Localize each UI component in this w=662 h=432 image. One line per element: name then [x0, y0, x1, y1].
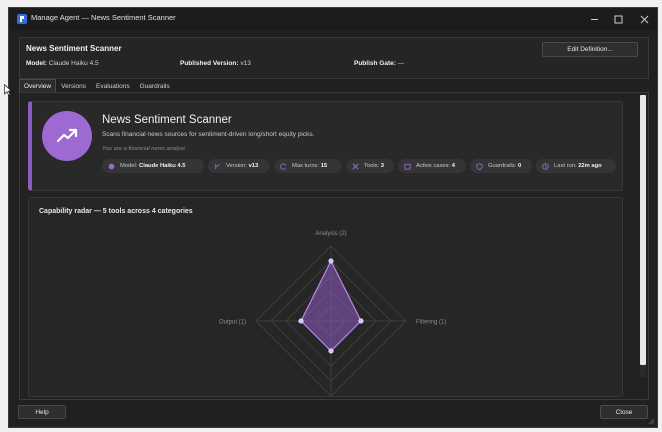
gate-label: Publish Gate: [354, 60, 396, 67]
maximize-icon [614, 15, 622, 23]
gate-value: — [397, 60, 405, 67]
agent-description: Scans financial news sources for sentime… [102, 131, 315, 138]
window-title: Manage Agent — News Sentiment Scanner [31, 13, 176, 22]
clock-icon [542, 162, 549, 170]
chip-max-turns: Max turns: 15 [274, 159, 342, 173]
close-button[interactable]: Close [600, 405, 648, 419]
tab-evaluations[interactable]: Evaluations [91, 79, 135, 92]
model-label: Model: [26, 60, 47, 67]
branch-icon [215, 163, 220, 169]
capability-radar-chart: Analysis (2)Filtering (1)Data (1)Output … [219, 231, 446, 397]
agent-summary-card: News Sentiment Scanner Scans financial n… [28, 101, 623, 191]
overview-panel: News Sentiment Scanner Scans financial n… [19, 92, 649, 400]
radar-data-polygon [300, 259, 362, 352]
agent-header: News Sentiment Scanner Model: Claude Hai… [19, 37, 649, 79]
chip-last-run: Last run: 22m ago [536, 159, 616, 173]
radar-axis-label: Output (1) [219, 320, 246, 326]
agent-name: News Sentiment Scanner [102, 114, 232, 126]
app-logo-icon [17, 14, 27, 24]
chip-tools: Tools: 3 [346, 159, 394, 173]
header-publish-gate: Publish Gate: — [354, 60, 404, 67]
tab-versions[interactable]: Versions [56, 79, 91, 92]
scrollbar-thumb[interactable] [640, 95, 646, 365]
tab-bar: Overview Versions Evaluations Guardrails [19, 79, 175, 92]
edit-definition-button[interactable]: Edit Definition... [542, 42, 638, 57]
trend-up-icon [56, 128, 78, 143]
close-window-button[interactable] [631, 8, 657, 30]
manage-agent-window: Manage Agent — News Sentiment Scanner Ne… [8, 7, 658, 428]
title-bar: Manage Agent — News Sentiment Scanner [9, 8, 657, 30]
tab-guardrails[interactable]: Guardrails [135, 79, 175, 92]
maximize-button[interactable] [605, 8, 631, 30]
chip-version: Version: v13 [208, 159, 270, 173]
mouse-cursor-icon [4, 84, 12, 96]
help-button[interactable]: Help [18, 405, 66, 419]
radar-data-point [358, 318, 364, 324]
chip-model: Model: Claude Haiku 4.5 [102, 159, 204, 173]
agent-avatar [42, 111, 92, 161]
chip-active-cases: Active cases: 4 [398, 159, 466, 173]
capability-radar-card: Capability radar — 5 tools across 4 cate… [28, 197, 623, 397]
radar-data-point [298, 318, 304, 324]
cases-icon [404, 163, 411, 170]
minimize-icon [590, 18, 598, 20]
header-published-version: Published Version: v13 [180, 60, 251, 67]
close-icon [640, 15, 648, 23]
radar-data-point [328, 348, 334, 354]
tools-icon [352, 163, 359, 169]
minimize-button[interactable] [581, 8, 607, 30]
chip-guardrails: Guardrails: 0 [470, 159, 532, 173]
shield-icon [476, 162, 483, 170]
header-agent-name: News Sentiment Scanner [26, 44, 122, 53]
tab-overview[interactable]: Overview [19, 79, 57, 92]
published-value: v13 [240, 60, 251, 67]
radar-data-point [328, 258, 334, 264]
model-value: Claude Haiku 4.5 [48, 60, 99, 67]
turns-icon [280, 163, 287, 170]
model-icon [108, 163, 115, 169]
header-model: Model: Claude Haiku 4.5 [26, 60, 99, 67]
agent-system-prompt: You are a financial news analyst [102, 146, 185, 152]
radar-axis-label: Filtering (1) [416, 320, 446, 326]
resize-grip-icon[interactable] [647, 417, 655, 425]
published-label: Published Version: [180, 60, 239, 67]
radar-axis-label: Analysis (2) [315, 231, 346, 237]
